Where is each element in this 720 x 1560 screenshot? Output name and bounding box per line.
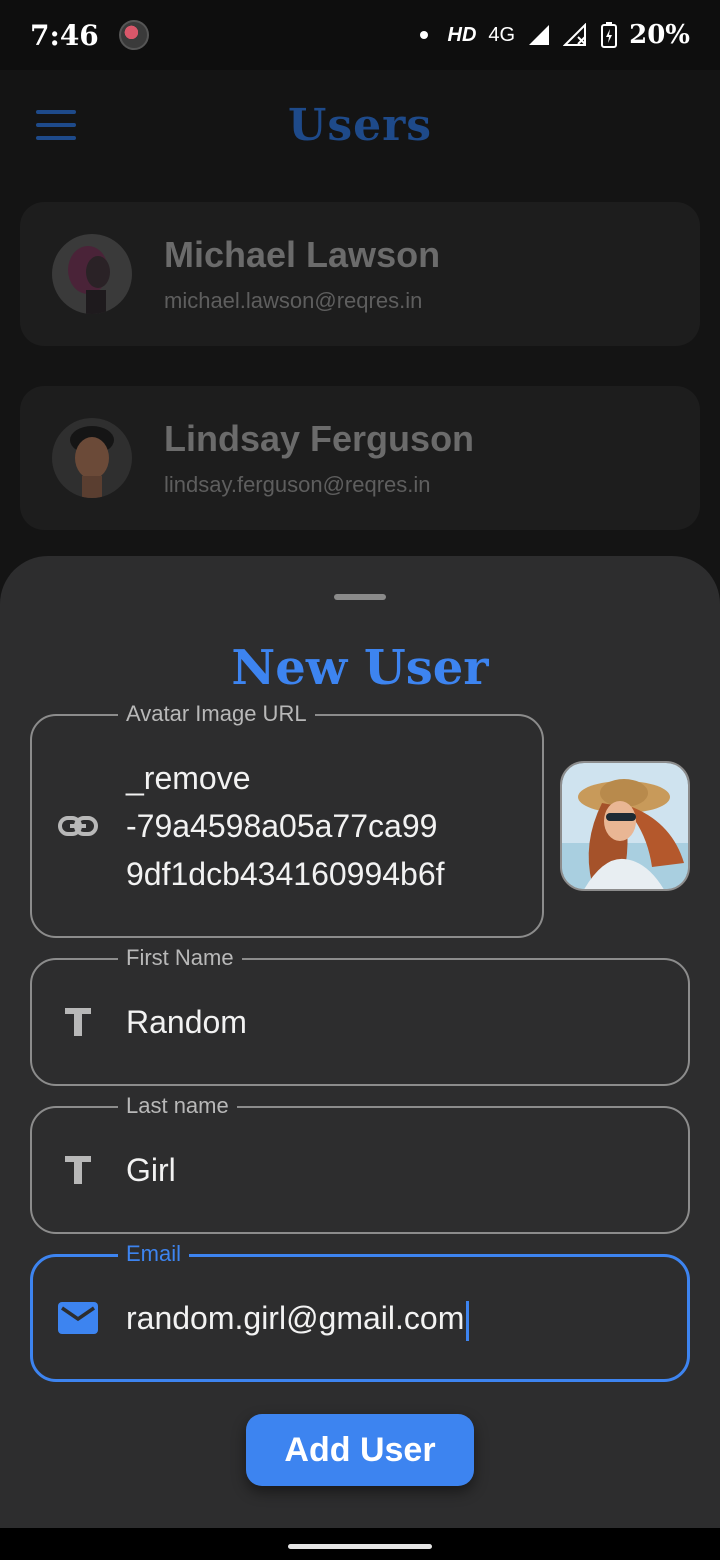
- user-card[interactable]: Michael Lawson michael.lawson@reqres.in: [20, 202, 700, 346]
- avatar: [52, 234, 132, 314]
- email-label: Email: [118, 1241, 190, 1267]
- status-indicators: HD 4G 20%: [419, 20, 690, 50]
- email-value: random.girl@gmail.com: [126, 1300, 465, 1336]
- first-name-input[interactable]: Random: [126, 998, 664, 1046]
- user-email: lindsay.ferguson@reqres.in: [164, 472, 431, 497]
- first-name-label: First Name: [118, 945, 242, 971]
- text-cursor: [466, 1300, 470, 1341]
- last-name-input[interactable]: Girl: [126, 1146, 664, 1194]
- battery-percentage: 20%: [629, 20, 690, 50]
- page-title: Users: [287, 99, 433, 151]
- user-email: michael.lawson@reqres.in: [164, 288, 423, 313]
- system-navigation-bar: [0, 1528, 720, 1560]
- user-name: Michael Lawson: [164, 234, 441, 275]
- user-name: Lindsay Ferguson: [164, 418, 475, 459]
- text-t-icon: [58, 1002, 98, 1042]
- avatar-url-label: Avatar Image URL: [118, 701, 315, 727]
- avatar-preview-image: [560, 761, 690, 891]
- notification-avatar-icon: [118, 20, 149, 50]
- user-card[interactable]: Lindsay Ferguson lindsay.ferguson@reqres…: [20, 386, 700, 530]
- menu-icon[interactable]: [36, 110, 76, 140]
- avatar-url-line: -79a4598a05a77ca99: [126, 808, 438, 844]
- last-name-label: Last name: [118, 1093, 237, 1119]
- status-bar: 7:46 HD 4G 20%: [0, 0, 720, 70]
- home-gesture-handle[interactable]: [288, 1544, 432, 1549]
- avatar: [52, 418, 132, 498]
- mail-icon: [58, 1298, 98, 1338]
- email-field[interactable]: Email random.girl@gmail.com: [30, 1241, 690, 1382]
- sheet-title: New User: [231, 640, 489, 696]
- battery-charging-icon: [601, 22, 618, 48]
- link-icon: [58, 806, 98, 846]
- notification-dot-icon: [419, 31, 428, 39]
- hd-indicator: HD: [447, 23, 477, 46]
- signal-icon: [529, 25, 550, 45]
- avatar-url-line: _remove: [126, 760, 251, 796]
- avatar-url-line: 9df1dcb434160994b6f: [126, 856, 445, 892]
- avatar-url-field[interactable]: Avatar Image URL _remove -79a4598a05a77c…: [30, 701, 544, 938]
- text-t-icon: [58, 1150, 98, 1190]
- network-type: 4G: [488, 23, 516, 46]
- signal-no-service-icon: [563, 23, 587, 46]
- email-input[interactable]: random.girl@gmail.com: [126, 1294, 663, 1342]
- add-user-button[interactable]: Add User: [246, 1414, 474, 1486]
- first-name-field[interactable]: First Name Random: [30, 945, 690, 1086]
- app-bar: Users: [0, 70, 720, 180]
- avatar-url-input[interactable]: _remove -79a4598a05a77ca99 9df1dcb434160…: [126, 754, 518, 898]
- drag-handle[interactable]: [334, 594, 386, 600]
- last-name-field[interactable]: Last name Girl: [30, 1093, 690, 1234]
- status-time: 7:46: [30, 18, 99, 52]
- new-user-sheet: New User Avatar Image URL _remove -79a45…: [0, 556, 720, 1528]
